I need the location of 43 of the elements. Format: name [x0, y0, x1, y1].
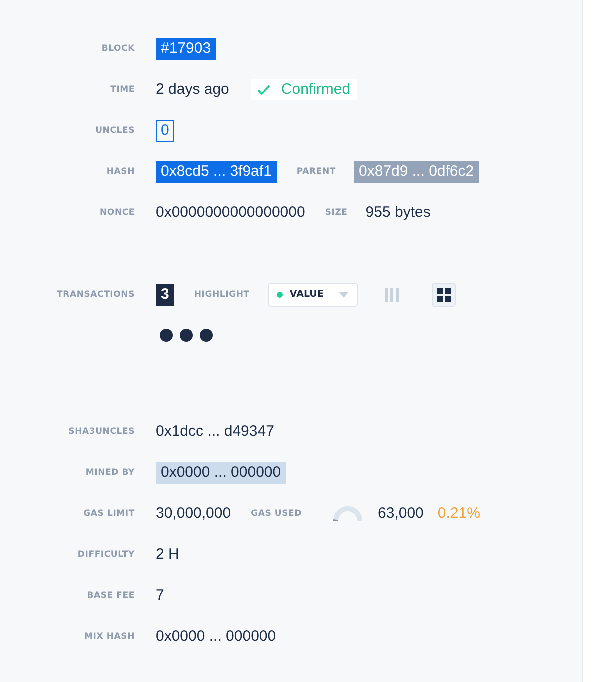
field-label: NONCE: [100, 208, 135, 218]
count-tag: 3: [156, 284, 174, 306]
field-label: HASH: [106, 166, 135, 176]
field-value: 0x0000000000000000: [156, 204, 306, 221]
field-value: 63,000: [378, 505, 424, 522]
transaction-dot-icon[interactable]: [180, 329, 193, 342]
field-label: SHA3UNCLES: [68, 426, 135, 436]
grid-icon: [436, 288, 451, 302]
transaction-dot-icon[interactable]: [200, 329, 213, 342]
field-value: 30,000,000: [156, 505, 232, 522]
field-label: UNCLES: [96, 126, 135, 136]
count-tag: 0: [156, 120, 174, 142]
field-label: MIX HASH: [84, 632, 135, 642]
hash-link[interactable]: 0x87d9 ... 0df6c2: [354, 160, 480, 182]
field-value: 2 H: [156, 546, 180, 563]
gas-gauge: [332, 504, 364, 522]
field-label: BLOCK: [102, 44, 135, 54]
field-value: 955 bytes: [366, 204, 431, 221]
field-label: BASE FEE: [87, 590, 135, 600]
field-label: SIZE: [325, 208, 348, 218]
field-value: 7: [156, 587, 164, 604]
columns-icon: [384, 288, 399, 302]
grid-view-button[interactable]: [432, 282, 456, 306]
field-value: 2 days ago: [156, 81, 230, 98]
check-icon: [257, 84, 272, 96]
highlight-dropdown[interactable]: VALUE: [268, 282, 358, 306]
address-link[interactable]: 0x0000 ... 000000: [156, 462, 286, 484]
gas-percent: 0.21%: [438, 505, 480, 522]
hash-link[interactable]: #17903: [156, 38, 216, 60]
caret-icon: [338, 292, 349, 298]
field-label: GAS USED: [251, 508, 302, 518]
field-value: 0x0000 ... 000000: [156, 628, 276, 645]
field-value: 0x1dcc ... d49347: [156, 423, 274, 440]
field-label: PARENT: [296, 166, 336, 176]
field-label: GAS LIMIT: [84, 508, 135, 518]
transaction-dot-icon[interactable]: [160, 329, 173, 342]
field-label: DIFFICULTY: [78, 550, 135, 560]
field-label: MINED BY: [86, 468, 135, 478]
field-label: HIGHLIGHT: [194, 290, 250, 300]
field-label: TRANSACTIONS: [57, 290, 135, 300]
hash-link[interactable]: 0x8cd5 ... 3f9af1: [156, 160, 277, 182]
status-text: Confirmed: [281, 81, 351, 98]
field-label: TIME: [110, 84, 135, 94]
